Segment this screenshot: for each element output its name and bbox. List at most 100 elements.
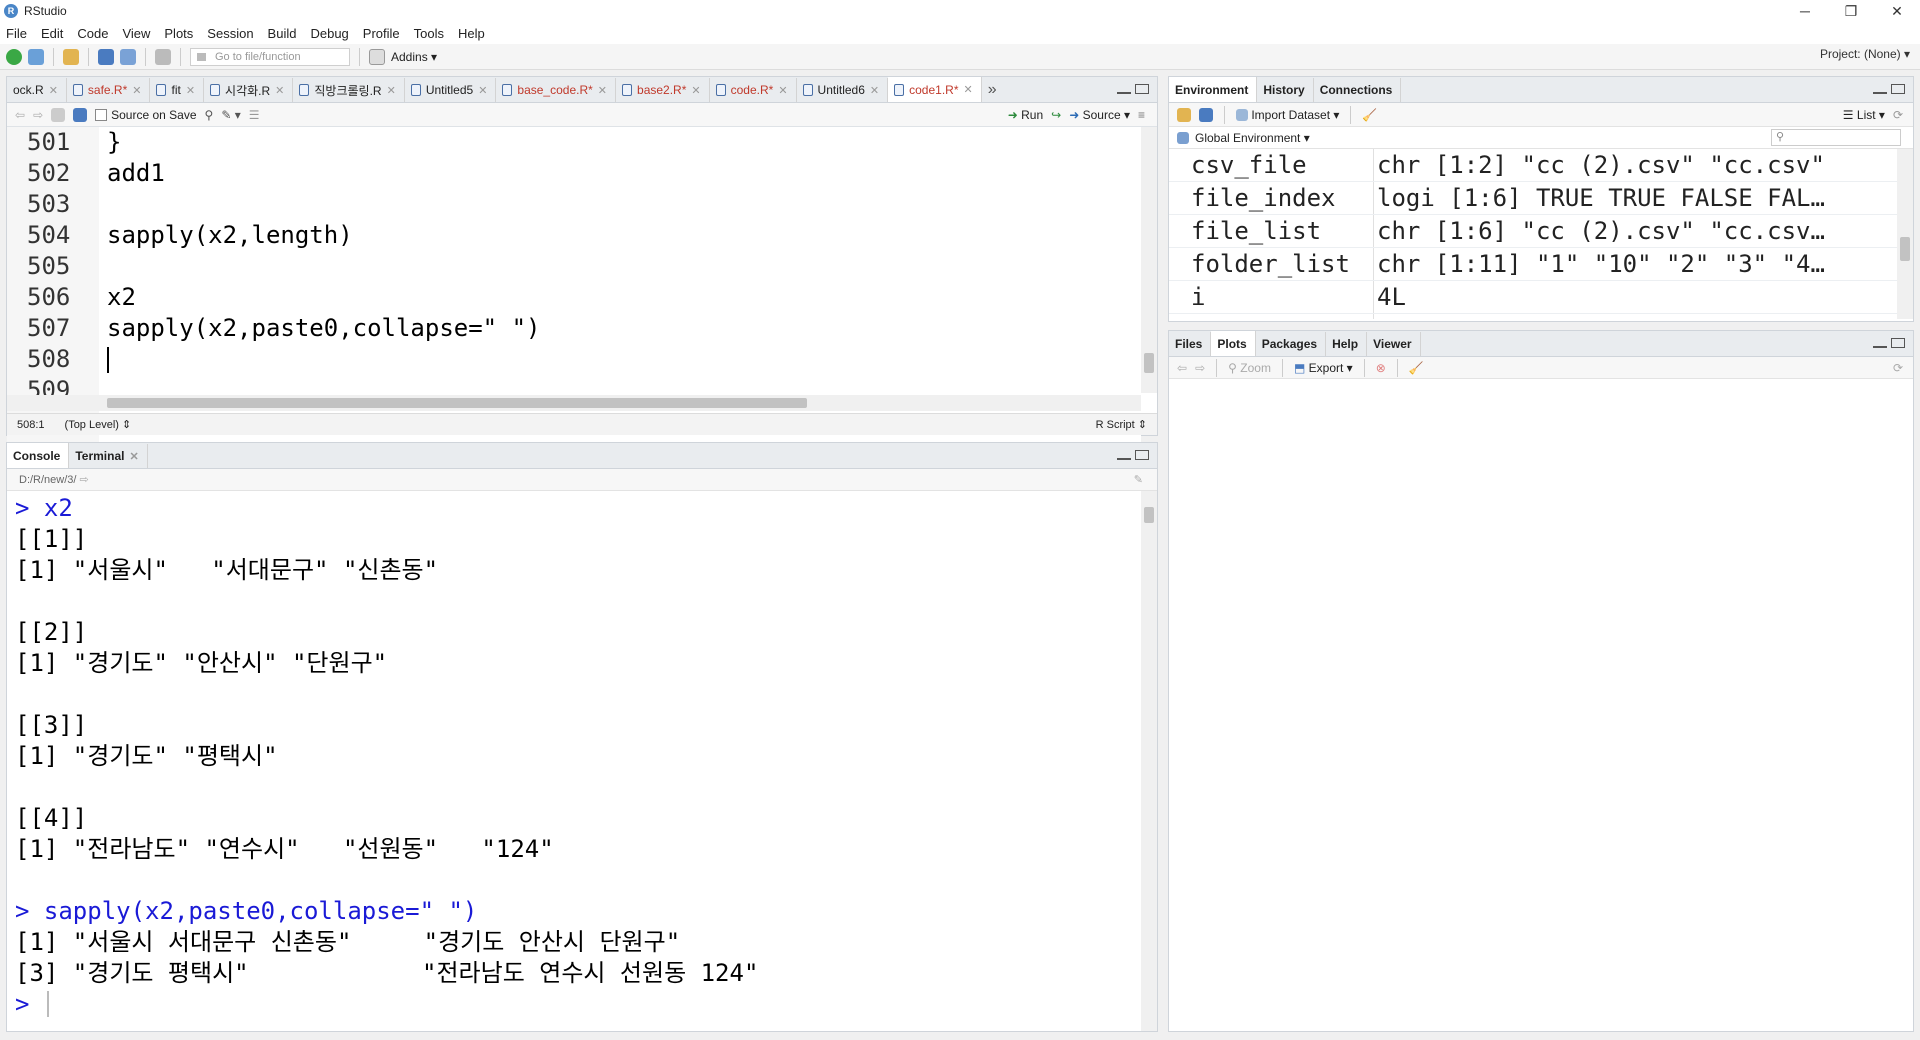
- minimize-pane-icon[interactable]: [1873, 91, 1887, 94]
- close-tab-icon[interactable]: ✕: [964, 83, 973, 96]
- tab-help[interactable]: Help: [1326, 332, 1368, 356]
- goto-file-input[interactable]: Go to file/function: [190, 47, 350, 66]
- new-project-icon[interactable]: [28, 48, 44, 65]
- print-icon[interactable]: [155, 48, 171, 65]
- close-tab-icon[interactable]: ✕: [275, 84, 284, 97]
- menu-file[interactable]: File: [6, 26, 27, 41]
- addins-menu[interactable]: Addins ▾: [391, 50, 437, 64]
- rerun-icon[interactable]: ↪: [1051, 108, 1061, 122]
- close-tab-icon[interactable]: ✕: [186, 84, 195, 97]
- menu-help[interactable]: Help: [458, 26, 485, 41]
- save-icon[interactable]: [98, 48, 114, 65]
- tab-terminal[interactable]: Terminal ✕: [69, 444, 148, 468]
- tab-crawling[interactable]: 직방크롤링.R ✕: [293, 78, 405, 102]
- refresh-icon[interactable]: ⟳: [1893, 361, 1903, 375]
- save-icon[interactable]: [73, 107, 88, 122]
- table-row[interactable]: folder_list chr [1:11] "1" "10" "2" "3" "…: [1169, 248, 1897, 281]
- tab-base-code[interactable]: base_code.R* ✕: [496, 78, 617, 102]
- environment-search-input[interactable]: ⚲: [1771, 129, 1901, 146]
- import-dataset-menu[interactable]: Import Dataset ▾: [1236, 108, 1339, 122]
- project-menu[interactable]: Project: (None) ▾: [1820, 47, 1910, 61]
- menu-build[interactable]: Build: [268, 26, 297, 41]
- back-arrow-icon[interactable]: ⇦: [15, 108, 25, 122]
- console-prompt[interactable]: >: [15, 989, 44, 1020]
- tab-packages[interactable]: Packages: [1256, 332, 1327, 356]
- close-button[interactable]: ✕: [1874, 0, 1920, 22]
- minimize-pane-icon[interactable]: [1117, 91, 1131, 94]
- scroll-thumb[interactable]: [1144, 507, 1154, 523]
- source-on-save-checkbox[interactable]: [95, 109, 108, 122]
- environment-scope-selector[interactable]: Global Environment ▾: [1195, 131, 1310, 145]
- source-on-save-toggle[interactable]: Source on Save: [95, 108, 197, 122]
- maximize-pane-icon[interactable]: [1135, 84, 1149, 94]
- tab-console[interactable]: Console: [7, 443, 70, 468]
- forward-arrow-icon[interactable]: ⇨: [1195, 361, 1205, 375]
- tab-ock[interactable]: ock.R ✕: [7, 78, 67, 102]
- menu-session[interactable]: Session: [207, 26, 253, 41]
- minimize-pane-icon[interactable]: [1873, 345, 1887, 348]
- save-workspace-icon[interactable]: [1199, 107, 1213, 122]
- file-type-selector[interactable]: R Script ⇕: [1096, 418, 1147, 431]
- tab-connections[interactable]: Connections: [1314, 78, 1402, 102]
- menu-debug[interactable]: Debug: [310, 26, 348, 41]
- scope-selector[interactable]: (Top Level) ⇕: [65, 418, 132, 431]
- table-row[interactable]: csv_file chr [1:2] "cc (2).csv" "cc.csv": [1169, 149, 1897, 182]
- more-tabs-icon[interactable]: »: [982, 78, 1005, 102]
- close-tab-icon[interactable]: ✕: [598, 84, 607, 97]
- forward-arrow-icon[interactable]: ⇨: [33, 108, 43, 122]
- tab-viewer[interactable]: Viewer: [1367, 332, 1421, 356]
- console-vertical-scrollbar[interactable]: [1141, 491, 1157, 1031]
- minimize-pane-icon[interactable]: [1117, 457, 1131, 460]
- minimize-button[interactable]: ─: [1782, 0, 1828, 22]
- menu-plots[interactable]: Plots: [164, 26, 193, 41]
- table-row[interactable]: file_index logi [1:6] TRUE TRUE FALSE FAL…: [1169, 182, 1897, 215]
- refresh-icon[interactable]: ⟳: [1893, 108, 1903, 122]
- maximize-pane-icon[interactable]: [1135, 450, 1149, 460]
- close-tab-icon[interactable]: ✕: [387, 84, 396, 97]
- save-all-icon[interactable]: [120, 48, 136, 65]
- menu-edit[interactable]: Edit: [41, 26, 63, 41]
- close-tab-icon[interactable]: ✕: [870, 84, 879, 97]
- close-tab-icon[interactable]: ✕: [478, 84, 487, 97]
- source-button[interactable]: ➜ Source ▾: [1069, 108, 1130, 122]
- code-tools-icon[interactable]: ✎ ▾: [221, 108, 240, 122]
- search-icon[interactable]: ⚲: [205, 108, 214, 122]
- menu-profile[interactable]: Profile: [363, 26, 400, 41]
- tab-safe[interactable]: safe.R* ✕: [67, 78, 151, 102]
- maximize-pane-icon[interactable]: [1891, 84, 1905, 94]
- tab-visualization[interactable]: 시각화.R ✕: [204, 78, 294, 102]
- table-row[interactable]: file_list chr [1:6] "cc (2).csv" "cc.csv…: [1169, 215, 1897, 248]
- tab-plots[interactable]: Plots: [1211, 331, 1256, 356]
- menu-tools[interactable]: Tools: [414, 26, 444, 41]
- list-view-menu[interactable]: ☰ List ▾: [1843, 108, 1885, 122]
- close-tab-icon[interactable]: ✕: [49, 84, 58, 97]
- tab-code[interactable]: code.R* ✕: [710, 78, 797, 102]
- broom-icon[interactable]: 🧹: [1409, 361, 1424, 375]
- open-file-icon[interactable]: [63, 48, 79, 65]
- tab-untitled5[interactable]: Untitled5 ✕: [405, 78, 497, 102]
- menu-code[interactable]: Code: [77, 26, 108, 41]
- clear-console-icon[interactable]: ✎: [1134, 469, 1143, 491]
- tab-code1[interactable]: code1.R* ✕: [888, 77, 982, 102]
- tab-fit[interactable]: fit ✕: [150, 78, 205, 102]
- table-row[interactable]: i 4L: [1169, 281, 1897, 314]
- scroll-thumb[interactable]: [107, 398, 807, 408]
- menu-view[interactable]: View: [122, 26, 150, 41]
- grid-layout-icon[interactable]: [369, 48, 385, 65]
- broom-icon[interactable]: 🧹: [1362, 108, 1377, 122]
- close-tab-icon[interactable]: ✕: [129, 450, 138, 463]
- close-tab-icon[interactable]: ✕: [691, 84, 700, 97]
- editor-horizontal-scrollbar[interactable]: [7, 395, 1141, 411]
- remove-plot-icon[interactable]: ⊗: [1376, 361, 1386, 375]
- tab-untitled6[interactable]: Untitled6 ✕: [797, 78, 889, 102]
- show-in-window-icon[interactable]: [51, 107, 66, 122]
- go-to-directory-icon[interactable]: ⇨: [80, 474, 89, 486]
- export-menu[interactable]: ⬒ Export ▾: [1294, 361, 1353, 375]
- editor-vertical-scrollbar[interactable]: [1141, 127, 1157, 393]
- back-arrow-icon[interactable]: ⇦: [1177, 361, 1187, 375]
- tab-base2[interactable]: base2.R* ✕: [616, 78, 710, 102]
- tab-environment[interactable]: Environment: [1169, 77, 1258, 102]
- outline-icon[interactable]: ≡: [1138, 108, 1145, 122]
- environment-vertical-scrollbar[interactable]: [1897, 149, 1913, 319]
- close-tab-icon[interactable]: ✕: [778, 84, 787, 97]
